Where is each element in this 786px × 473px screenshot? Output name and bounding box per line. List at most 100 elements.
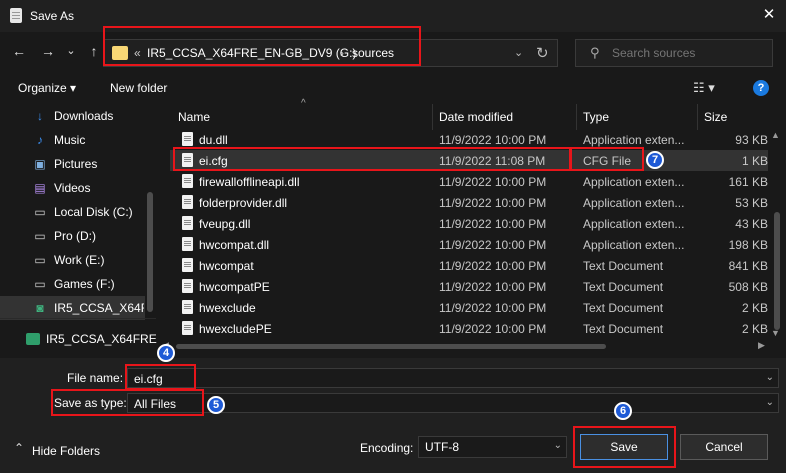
chevron-down-icon[interactable]: ⌄ xyxy=(766,397,774,408)
file-row[interactable]: hwcompat.dll 11/9/2022 10:00 PM Applicatio… xyxy=(170,234,768,255)
dvd-drive-icon xyxy=(26,333,40,345)
pictures-icon: ▣ xyxy=(34,157,46,171)
file-list: ^ Name Date modified Type Size du.dll 11/… xyxy=(160,98,786,356)
view-options-button[interactable]: ☷ ▾ xyxy=(693,80,715,96)
sidebar-item[interactable]: ▭ Pro (D:) xyxy=(0,224,145,248)
sidebar-item-label: Work (E:) xyxy=(54,253,105,267)
file-list-vertical-scrollbar[interactable]: ▲ ▼ xyxy=(770,130,784,340)
sidebar-item[interactable]: ↓ Downloads xyxy=(0,104,145,128)
organize-button[interactable]: Organize ▾ xyxy=(18,81,76,95)
column-header-type[interactable]: Type xyxy=(583,110,609,124)
file-row[interactable]: hwexclude 11/9/2022 10:00 PM Text Document… xyxy=(170,297,768,318)
file-name-highlight-box xyxy=(125,364,196,390)
dvd-drive-icon: ◙ xyxy=(36,301,44,315)
file-name: du.dll xyxy=(199,133,228,147)
help-button[interactable]: ? xyxy=(753,80,769,96)
scroll-down-icon[interactable]: ▼ xyxy=(771,328,780,338)
file-icon xyxy=(182,237,193,251)
sidebar-scroll-thumb[interactable] xyxy=(147,192,153,312)
column-divider[interactable] xyxy=(697,104,698,130)
sidebar-item-dvd-drive-extra[interactable]: IR5_CCSA_X64FRE xyxy=(0,327,157,351)
sidebar-item[interactable]: ▣ Pictures xyxy=(0,152,145,176)
address-highlight-box xyxy=(103,26,421,66)
sidebar-item[interactable]: ▭ Local Disk (C:) xyxy=(0,200,145,224)
selected-file-highlight-box xyxy=(173,147,571,171)
column-header-size[interactable]: Size xyxy=(704,110,727,124)
file-date-modified: 11/9/2022 10:00 PM xyxy=(439,133,547,147)
horizontal-scroll-thumb[interactable] xyxy=(176,344,606,349)
new-folder-button[interactable]: New folder xyxy=(110,81,167,95)
vertical-scroll-thumb[interactable] xyxy=(774,212,780,330)
step-badge-4: 4 xyxy=(157,344,175,362)
sort-indicator-icon: ^ xyxy=(301,98,306,109)
forward-button[interactable]: → xyxy=(37,40,59,62)
search-input[interactable] xyxy=(612,46,762,60)
sidebar-item[interactable]: ▭ Work (E:) xyxy=(0,248,145,272)
file-type: Text Document xyxy=(583,280,664,294)
search-box[interactable]: ⚲ xyxy=(575,39,773,67)
refresh-button[interactable]: ↻ xyxy=(536,44,549,62)
step-badge-6: 6 xyxy=(614,402,632,420)
chevron-down-icon[interactable]: ⌄ xyxy=(554,440,562,451)
file-name: folderprovider.dll xyxy=(199,196,288,210)
column-divider[interactable] xyxy=(432,104,433,130)
file-row[interactable]: hwcompatPE 11/9/2022 10:00 PM Text Documen… xyxy=(170,276,768,297)
cancel-button[interactable]: Cancel xyxy=(680,434,768,460)
column-divider[interactable] xyxy=(576,104,577,130)
sidebar-item[interactable]: ◙ IR5_CCSA_X64FRE xyxy=(0,296,145,320)
file-size: 2 KB xyxy=(741,301,768,315)
file-size: 198 KB xyxy=(728,238,768,252)
sidebar-item[interactable]: ♪ Music xyxy=(0,128,145,152)
step-badge-7: 7 xyxy=(646,151,664,169)
file-icon xyxy=(182,321,193,335)
file-name-field[interactable]: ei.cfg ⌄ xyxy=(127,368,779,388)
close-button[interactable]: ✕ xyxy=(756,4,782,26)
file-icon xyxy=(182,132,193,146)
navigation-bar: ← → ⌄ ↑ « IR5_CCSA_X64FRE_EN-GB_DV9 (G:)… xyxy=(0,26,786,72)
file-size: 2 KB xyxy=(741,322,768,336)
file-icon xyxy=(182,300,193,314)
file-row[interactable]: folderprovider.dll 11/9/2022 10:00 PM Appl… xyxy=(170,192,768,213)
sidebar-item[interactable]: ▭ Games (F:) xyxy=(0,272,145,296)
back-button[interactable]: ← xyxy=(8,40,30,62)
file-size: 43 KB xyxy=(735,217,768,231)
file-date-modified: 11/9/2022 10:00 PM xyxy=(439,322,547,336)
file-name: hwcompat.dll xyxy=(199,238,270,252)
hide-folders-button[interactable]: Hide Folders xyxy=(32,444,100,458)
chevron-down-icon[interactable]: ⌄ xyxy=(766,372,774,383)
encoding-value[interactable]: UTF-8 xyxy=(425,440,459,454)
file-row[interactable]: hwexcludePE 11/9/2022 10:00 PM Text Docume… xyxy=(170,318,768,339)
column-header-date-modified[interactable]: Date modified xyxy=(439,110,513,124)
sidebar-item[interactable]: ▤ Videos xyxy=(0,176,145,200)
command-toolbar: Organize ▾ New folder ☷ ▾ ? xyxy=(0,74,786,102)
scroll-up-icon[interactable]: ▲ xyxy=(771,130,780,140)
file-name: fveupg.dll xyxy=(199,217,251,231)
address-dropdown-button[interactable]: ⌄ xyxy=(514,46,523,59)
file-row[interactable]: hwcompat 11/9/2022 10:00 PM Text Document 8… xyxy=(170,255,768,276)
file-row[interactable]: fveupg.dll 11/9/2022 10:00 PM Application … xyxy=(170,213,768,234)
file-list-horizontal-scrollbar[interactable]: ◀ ▶ xyxy=(160,340,786,354)
up-button[interactable]: ↑ xyxy=(83,40,105,62)
file-row[interactable]: firewallofflineapi.dll 11/9/2022 10:00 PM… xyxy=(170,171,768,192)
file-type: Application exten... xyxy=(583,217,685,231)
sidebar-item-label: Videos xyxy=(54,181,91,195)
file-date-modified: 11/9/2022 10:00 PM xyxy=(439,259,547,273)
file-name-label: File name: xyxy=(67,371,124,385)
save-button-highlight-box xyxy=(573,426,676,468)
sidebar-item-label: Games (F:) xyxy=(54,277,115,291)
file-type: Application exten... xyxy=(583,175,685,189)
file-icon xyxy=(182,195,193,209)
file-name: hwexcludePE xyxy=(199,322,272,336)
sidebar-scrollbar[interactable] xyxy=(145,104,155,316)
file-name: firewallofflineapi.dll xyxy=(199,175,300,189)
file-icon xyxy=(182,279,193,293)
chevron-up-icon[interactable]: ⌃ xyxy=(14,441,24,455)
column-header-name[interactable]: Name xyxy=(178,110,210,124)
file-date-modified: 11/9/2022 10:00 PM xyxy=(439,196,547,210)
file-name: hwcompat xyxy=(199,259,254,273)
encoding-select[interactable]: UTF-8 ⌄ xyxy=(418,436,567,458)
file-type: Text Document xyxy=(583,301,664,315)
recent-locations-button[interactable]: ⌄ xyxy=(62,40,80,62)
scroll-right-icon[interactable]: ▶ xyxy=(758,340,765,351)
sidebar-item-label: Local Disk (C:) xyxy=(54,205,133,219)
